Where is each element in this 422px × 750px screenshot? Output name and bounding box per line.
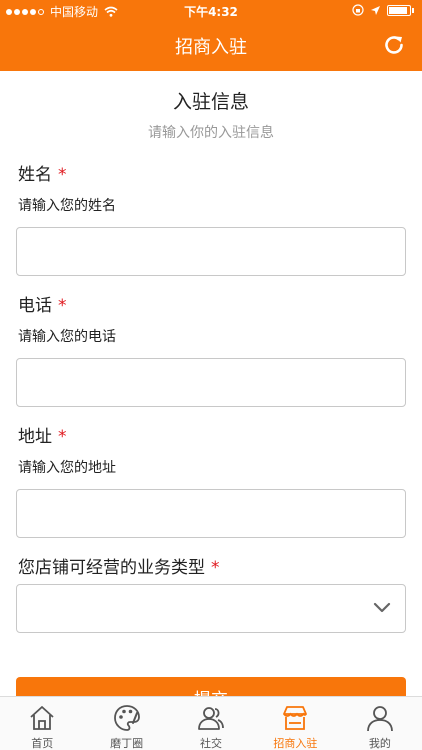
chevron-down-icon <box>373 602 391 613</box>
refresh-icon[interactable] <box>382 33 406 57</box>
phone-hint: 请输入您的电话 <box>18 329 116 345</box>
page-title: 招商入驻 <box>175 37 247 58</box>
name-input[interactable] <box>17 228 405 275</box>
required-mark: * <box>211 558 220 578</box>
required-mark: * <box>58 165 67 185</box>
user-icon <box>366 706 393 732</box>
required-mark: * <box>58 296 67 316</box>
address-label-text: 地址 <box>18 427 52 447</box>
name-label-text: 姓名 <box>18 165 52 185</box>
palette-icon <box>113 705 140 731</box>
tab-mine[interactable]: 我的 <box>338 697 422 750</box>
status-bar: 中国移动 下午4:32 <box>0 0 422 20</box>
store-icon <box>283 706 308 730</box>
battery-icon <box>387 4 411 16</box>
status-right <box>352 4 414 16</box>
address-label: 地址 * <box>18 422 67 447</box>
tab-label: 磨丁圈 <box>110 737 144 750</box>
tab-label: 社交 <box>200 737 223 750</box>
tab-home[interactable]: 首页 <box>0 697 84 750</box>
location-icon <box>371 5 380 15</box>
tab-moding-circle[interactable]: 磨丁圈 <box>84 697 168 750</box>
phone-label: 电话 * <box>18 291 67 316</box>
address-input[interactable] <box>17 490 405 537</box>
phone-label-text: 电话 <box>18 296 52 316</box>
business-type-select[interactable] <box>16 584 406 633</box>
tab-label: 首页 <box>31 737 54 750</box>
tab-social[interactable]: 社交 <box>169 697 253 750</box>
tab-label: 招商入驻 <box>273 737 318 750</box>
form-container: 入驻信息 请输入你的入驻信息 姓名 * 请输入您的姓名 电话 * 请输入您的电话 地… <box>0 71 422 696</box>
form-title: 入驻信息 <box>172 91 249 113</box>
home-icon <box>30 706 54 730</box>
phone-field[interactable] <box>16 358 406 407</box>
name-hint: 请输入您的姓名 <box>18 198 116 214</box>
tab-label: 我的 <box>368 737 391 750</box>
phone-input[interactable] <box>17 359 405 406</box>
required-mark: * <box>58 427 67 447</box>
form-subtitle: 请输入你的入驻信息 <box>148 125 274 141</box>
tab-bar: 首页 磨丁圈 社交 招商入驻 我的 <box>0 696 422 750</box>
address-hint: 请输入您的地址 <box>18 460 116 476</box>
tab-merchant-join[interactable]: 招商入驻 <box>253 697 337 750</box>
name-field[interactable] <box>16 227 406 276</box>
orientation-lock-icon <box>352 4 364 16</box>
business-type-label: 您店铺可经营的业务类型 * <box>18 553 220 578</box>
people-icon <box>198 707 224 730</box>
submit-button[interactable]: 提交 <box>16 677 406 696</box>
business-type-label-text: 您店铺可经营的业务类型 <box>18 558 205 578</box>
app-header: 中国移动 下午4:32 招商入驻 <box>0 0 422 71</box>
battery-tip <box>412 7 414 13</box>
name-label: 姓名 * <box>18 160 67 185</box>
address-field[interactable] <box>16 489 406 538</box>
